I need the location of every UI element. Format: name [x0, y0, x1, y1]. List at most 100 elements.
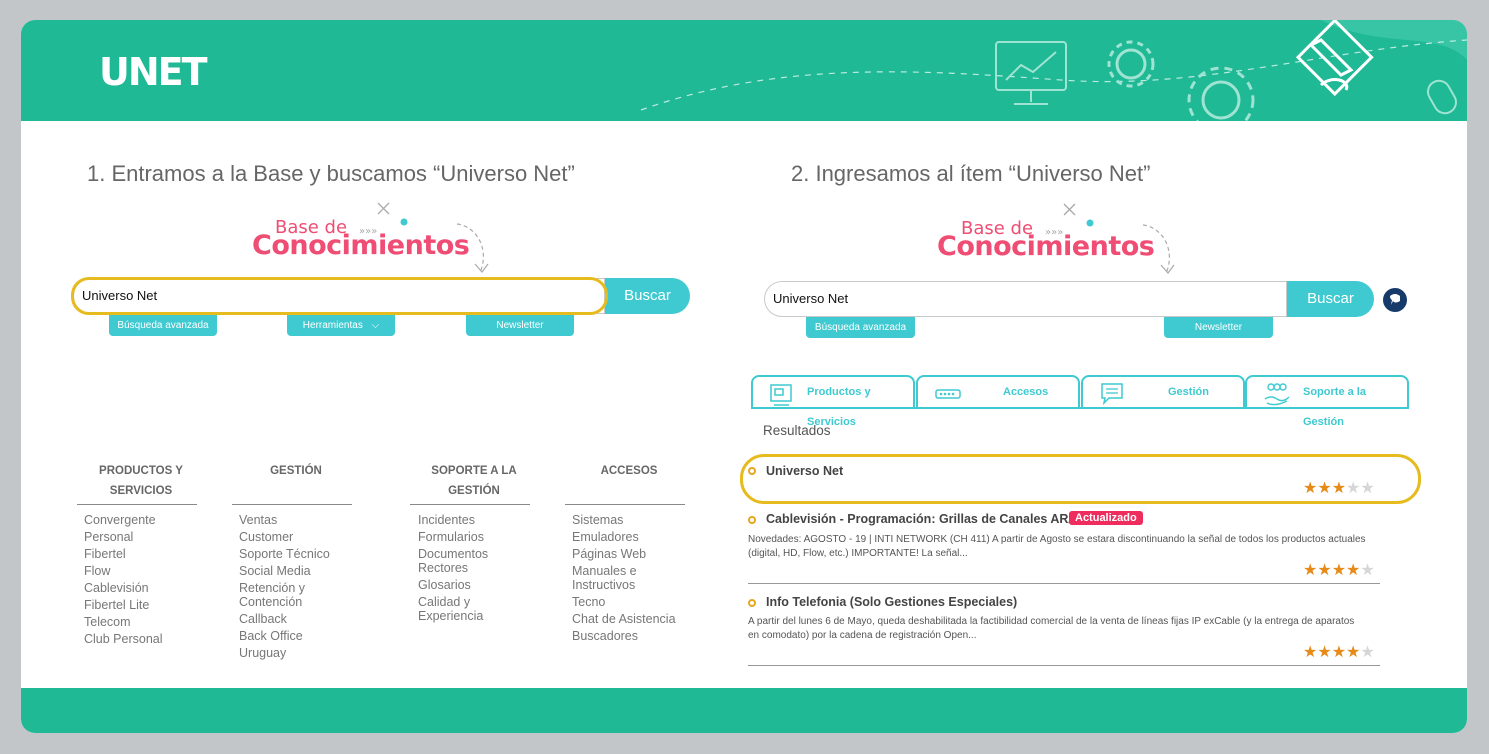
link-item[interactable]: Back Office: [239, 629, 339, 643]
link-item[interactable]: Social Media: [239, 564, 339, 578]
advanced-search-button[interactable]: Búsqueda avanzada: [806, 317, 915, 338]
column-title-soporte: SOPORTE A LA GESTIÓN: [414, 461, 534, 501]
star-filled-icon[interactable]: ★: [1346, 562, 1360, 579]
column-divider: [410, 504, 530, 505]
link-item[interactable]: Club Personal: [84, 632, 163, 646]
column-title-line: GESTIÓN: [448, 485, 500, 497]
link-item[interactable]: Ventas: [239, 513, 339, 527]
kb-logo-decoration: »»»: [1045, 203, 1175, 274]
link-item[interactable]: Sistemas: [572, 513, 682, 527]
star-filled-icon[interactable]: ★: [1303, 562, 1317, 579]
step2-title: 2. Ingresamos al ítem “Universo Net”: [791, 161, 1151, 186]
updated-badge: Actualizado: [1069, 511, 1143, 525]
unet-logo: UNET: [99, 50, 208, 94]
star-filled-icon[interactable]: ★: [1332, 562, 1346, 579]
link-item[interactable]: Cablevisión: [84, 581, 163, 595]
products-icon: [770, 384, 792, 406]
link-item[interactable]: Emuladores: [572, 530, 682, 544]
star-filled-icon[interactable]: ★: [1317, 562, 1331, 579]
tab-label: Accesos: [1003, 386, 1049, 398]
column-title-line: SOPORTE A LA: [431, 465, 517, 477]
link-item[interactable]: Incidentes: [418, 513, 508, 527]
result-divider: [748, 665, 1380, 666]
link-item[interactable]: Calidad y Experiencia: [418, 595, 508, 623]
newsletter-button[interactable]: Newsletter: [1164, 317, 1273, 338]
link-item[interactable]: Tecno: [572, 595, 682, 609]
footer-bar: [21, 688, 1467, 733]
search-button[interactable]: Buscar: [605, 278, 690, 314]
link-item[interactable]: Flow: [84, 564, 163, 578]
link-item[interactable]: Chat de Asistencia: [572, 612, 682, 626]
link-item[interactable]: Customer: [239, 530, 339, 544]
link-item[interactable]: Retención y Contención: [239, 581, 339, 609]
tab-accesos[interactable]: Accesos: [916, 375, 1080, 409]
link-item[interactable]: Convergente: [84, 513, 163, 527]
chat-icon: [1101, 383, 1123, 406]
star-empty-icon[interactable]: ★: [1360, 644, 1374, 661]
bullet-icon: [748, 516, 756, 524]
chevron-down-icon: ⌵: [371, 320, 380, 331]
rating-stars: ★★★★★: [1303, 560, 1375, 580]
tab-productos-servicios[interactable]: Productos y Servicios: [751, 375, 915, 428]
svg-text:»»»: »»»: [1045, 227, 1063, 238]
link-item[interactable]: Manuales e Instructivos: [572, 564, 682, 592]
result-title[interactable]: Cablevisión - Programación: Grillas de C…: [766, 512, 1089, 526]
link-item[interactable]: Fibertel: [84, 547, 163, 561]
column-title-line: ACCESOS: [600, 465, 658, 477]
column-divider: [565, 504, 685, 505]
bullet-icon: [748, 599, 756, 607]
search-highlight: [71, 277, 608, 315]
tab-gestion[interactable]: Gestión: [1081, 375, 1245, 409]
column-divider: [232, 504, 352, 505]
rating-stars: ★★★★★: [1303, 642, 1375, 662]
step1-title: 1. Entramos a la Base y buscamos “Univer…: [87, 161, 575, 186]
mouse-icon: [1427, 79, 1457, 115]
result-title[interactable]: Info Telefonia (Solo Gestiones Especiale…: [766, 595, 1017, 609]
star-empty-icon[interactable]: ★: [1360, 562, 1374, 579]
tab-soporte-gestion[interactable]: Soporte a la Gestión: [1245, 375, 1409, 428]
help-icon[interactable]: [1383, 288, 1407, 312]
link-item[interactable]: Páginas Web: [572, 547, 682, 561]
tabs-underline: [751, 407, 1409, 409]
column-list-accesos: Sistemas Emuladores Páginas Web Manuales…: [572, 513, 682, 646]
search-input[interactable]: Universo Net: [764, 281, 1287, 317]
link-item[interactable]: Buscadores: [572, 629, 682, 643]
link-item[interactable]: Personal: [84, 530, 163, 544]
link-item[interactable]: Soporte Técnico: [239, 547, 339, 561]
tools-label: Herramientas: [302, 320, 363, 331]
star-filled-icon[interactable]: ★: [1317, 644, 1331, 661]
result-highlight: [740, 454, 1421, 504]
svg-text:»»»: »»»: [359, 226, 377, 237]
star-filled-icon[interactable]: ★: [1303, 644, 1317, 661]
result-description: A partir del lunes 6 de Mayo, queda desh…: [748, 616, 1355, 641]
search-button[interactable]: Buscar: [1287, 281, 1374, 317]
column-title-line: PRODUCTOS Y: [99, 465, 183, 477]
column-title-accesos: ACCESOS: [569, 461, 689, 481]
link-item[interactable]: Glosarios: [418, 578, 508, 592]
link-item[interactable]: Telecom: [84, 615, 163, 629]
star-filled-icon[interactable]: ★: [1332, 644, 1346, 661]
column-list-gestion: Ventas Customer Soporte Técnico Social M…: [239, 513, 339, 663]
newsletter-button[interactable]: Newsletter: [466, 315, 574, 336]
column-list-products: Convergente Personal Fibertel Flow Cable…: [84, 513, 163, 649]
monitor-icon: [995, 41, 1067, 105]
star-filled-icon[interactable]: ★: [1346, 644, 1360, 661]
column-title-line: GESTIÓN: [270, 465, 322, 477]
password-icon: [935, 389, 961, 399]
slide: UNET 1. Entramos a la Base y buscamos “U…: [21, 20, 1467, 733]
header-banner: UNET: [21, 20, 1467, 121]
kb-logo-decoration: »»»: [359, 202, 489, 273]
link-item[interactable]: Formularios: [418, 530, 508, 544]
column-list-soporte: Incidentes Formularios Documentos Rector…: [418, 513, 508, 626]
tools-dropdown[interactable]: Herramientas ⌵: [287, 315, 395, 336]
result-description: Novedades: AGOSTO - 19 | INTI NETWORK (C…: [748, 534, 1366, 559]
link-item[interactable]: Fibertel Lite: [84, 598, 163, 612]
column-title-line: SERVICIOS: [109, 485, 173, 497]
link-item[interactable]: Callback: [239, 612, 339, 626]
column-title-products: PRODUCTOS Y SERVICIOS: [81, 461, 201, 501]
team-support-icon: [1264, 383, 1290, 406]
link-item[interactable]: Uruguay: [239, 646, 339, 660]
link-item[interactable]: Documentos Rectores: [418, 547, 508, 575]
advanced-search-button[interactable]: Búsqueda avanzada: [109, 315, 217, 336]
header-decoration: [640, 20, 1467, 121]
